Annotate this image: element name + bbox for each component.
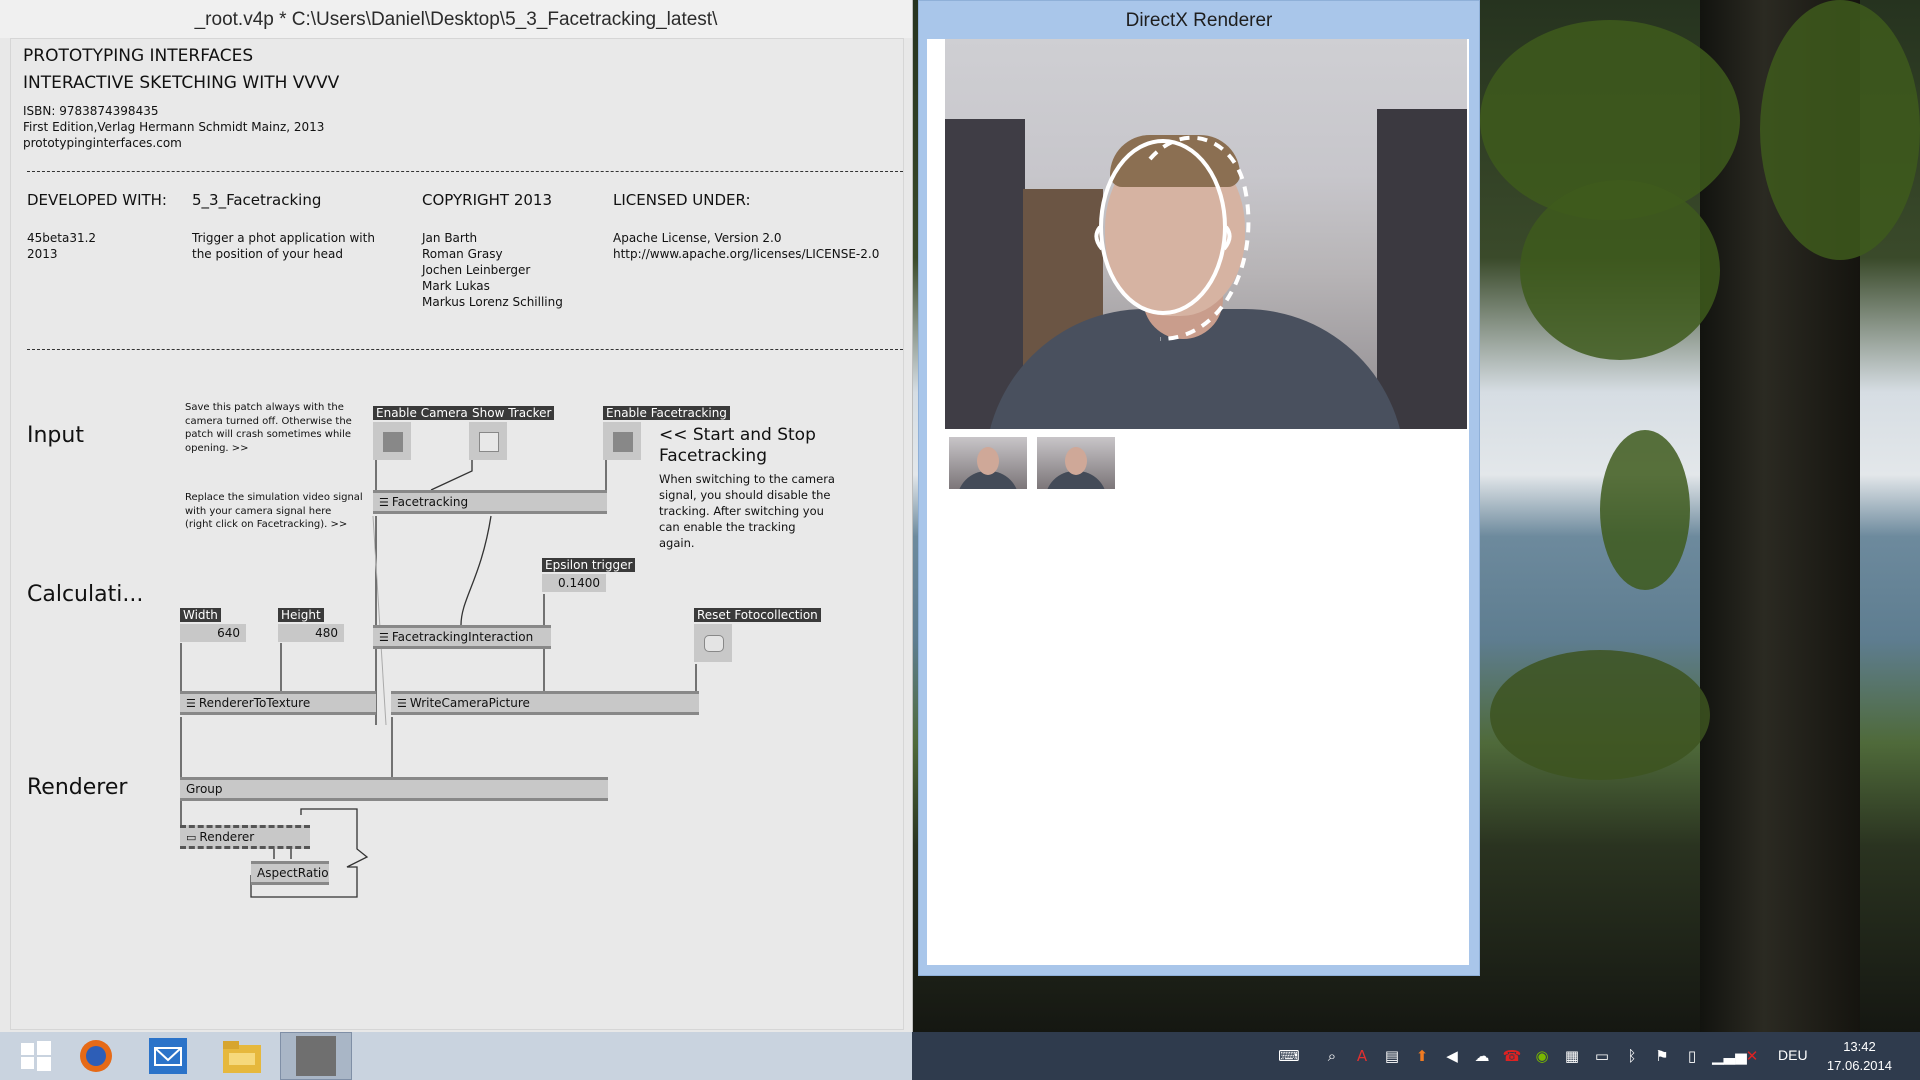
action-center-flag-icon[interactable]: ⚑ — [1652, 1046, 1672, 1066]
cloud-icon[interactable]: ☁ — [1472, 1046, 1492, 1066]
height-value-box[interactable]: 480 — [278, 624, 344, 642]
node-renderer-to-texture[interactable]: ☰ RendererToTexture — [180, 691, 376, 715]
toggle-enable-facetracking[interactable] — [603, 422, 641, 460]
bang-reset-fotocollection[interactable] — [694, 624, 732, 662]
toggle-indicator — [383, 432, 403, 452]
language-indicator[interactable]: DEU — [1778, 1047, 1808, 1063]
file-explorer-taskbar-button[interactable] — [206, 1032, 278, 1080]
renderer-window-icon: ▭ — [186, 831, 197, 844]
window-title: _root.v4p * C:\Users\Daniel\Desktop\5_3_… — [0, 0, 912, 38]
taskbar: ⌨ ⌕ A ▤ ⬆ ◀ ☁ ☎ ◉ ▦ ▭ ᛒ ⚑ ▯ ▁▃▅ ✕ DEU 13… — [0, 1032, 1920, 1080]
iobox-label-epsilon: Epsilon trigger — [542, 558, 636, 572]
battery-icon[interactable]: ▯ — [1682, 1046, 1702, 1066]
node-renderer[interactable]: ▭ Renderer — [180, 825, 310, 849]
display-icon[interactable]: ▤ — [1382, 1046, 1402, 1066]
node-label: RendererToTexture — [198, 696, 311, 710]
directx-renderer-window: DirectX Renderer — [918, 0, 1480, 976]
iobox-label-width: Width — [180, 608, 221, 622]
node-label: Group — [186, 782, 223, 796]
toggle-indicator — [613, 432, 633, 452]
phone-icon[interactable]: ☎ — [1502, 1046, 1522, 1066]
firefox-icon — [80, 1040, 112, 1072]
subpatch-icon: ☰ — [379, 631, 389, 644]
subpatch-icon: ☰ — [186, 697, 196, 710]
thumb-face — [1065, 447, 1087, 475]
photo-thumbnail[interactable] — [1037, 437, 1115, 489]
window-title: DirectX Renderer — [1125, 10, 1273, 31]
wallpaper-reeds — [1490, 650, 1710, 780]
subpatch-icon: ☰ — [397, 697, 407, 710]
mail-taskbar-button[interactable] — [132, 1032, 204, 1080]
thumb-face — [977, 447, 999, 475]
volume-icon[interactable]: ◀ — [1442, 1046, 1462, 1066]
wallpaper-foliage — [1600, 430, 1690, 590]
clock-time: 13:42 — [1843, 1039, 1876, 1054]
subpatch-icon: ☰ — [379, 496, 389, 509]
firefox-taskbar-button[interactable] — [60, 1032, 132, 1080]
node-facetracking[interactable]: ☰ Facetracking — [373, 490, 607, 514]
windows-logo-icon — [21, 1041, 51, 1071]
vvvv-taskbar-button[interactable] — [280, 1032, 352, 1080]
camera-feed — [945, 39, 1467, 429]
node-facetracking-interaction[interactable]: ☰ FacetrackingInteraction — [373, 625, 551, 649]
vvvv-patch-window: _root.v4p * C:\Users\Daniel\Desktop\5_3_… — [0, 0, 913, 1032]
clock-date: 17.06.2014 — [1826, 1058, 1892, 1073]
photo-thumbnail[interactable] — [949, 437, 1027, 489]
mail-icon — [149, 1038, 187, 1074]
node-label: WriteCameraPicture — [409, 696, 530, 710]
keyboard-icon[interactable]: ⌨ — [1272, 1046, 1306, 1066]
toggle-indicator — [479, 432, 499, 452]
face-tracker-overlay — [1094, 135, 1251, 341]
wifi-signal-icon[interactable]: ▁▃▅ — [1712, 1046, 1747, 1066]
bang-indicator — [704, 635, 724, 652]
nvidia-icon[interactable]: ◉ — [1532, 1046, 1552, 1066]
update-icon[interactable]: ⬆ — [1412, 1046, 1432, 1066]
network-monitor-icon[interactable]: ⌕ — [1322, 1046, 1342, 1066]
iobox-label-show-tracker: Show Tracker — [469, 406, 555, 420]
node-label: AspectRatio — [257, 866, 329, 880]
iobox-label-enable-camera: Enable Camera — [373, 406, 471, 420]
node-write-camera-picture[interactable]: ☰ WriteCameraPicture — [391, 691, 699, 715]
epsilon-value-box[interactable]: 0.1400 — [542, 574, 606, 592]
folder-icon — [223, 1041, 261, 1073]
wallpaper-foliage — [1520, 180, 1720, 360]
renderer-viewport[interactable] — [927, 39, 1469, 965]
patch-canvas[interactable]: PROTOTYPING INTERFACES INTERACTIVE SKETC… — [10, 38, 904, 1030]
patch-wires — [180, 459, 697, 898]
system-clock[interactable]: 13:42 17.06.2014 — [1827, 1037, 1892, 1075]
node-label: Renderer — [199, 830, 255, 844]
toggle-show-tracker[interactable] — [469, 422, 507, 460]
speaker-muted-icon[interactable]: ✕ — [1742, 1046, 1762, 1066]
adobe-icon[interactable]: A — [1352, 1046, 1372, 1066]
node-label: FacetrackingInteraction — [391, 630, 534, 644]
node-aspect-ratio[interactable]: AspectRatio — [251, 861, 329, 885]
bluetooth-icon[interactable]: ᛒ — [1622, 1046, 1642, 1066]
node-label: Facetracking — [391, 495, 469, 509]
toggle-enable-camera[interactable] — [373, 422, 411, 460]
width-value-box[interactable]: 640 — [180, 624, 246, 642]
monitor-icon[interactable]: ▭ — [1592, 1046, 1612, 1066]
node-group[interactable]: Group — [180, 777, 608, 801]
device-icon[interactable]: ▦ — [1562, 1046, 1582, 1066]
iobox-label-enable-facetracking: Enable Facetracking — [603, 406, 730, 420]
wallpaper-foliage — [1760, 0, 1920, 260]
iobox-label-height: Height — [278, 608, 324, 622]
vvvv-icon — [296, 1036, 336, 1076]
iobox-label-reset: Reset Fotocollection — [694, 608, 821, 622]
